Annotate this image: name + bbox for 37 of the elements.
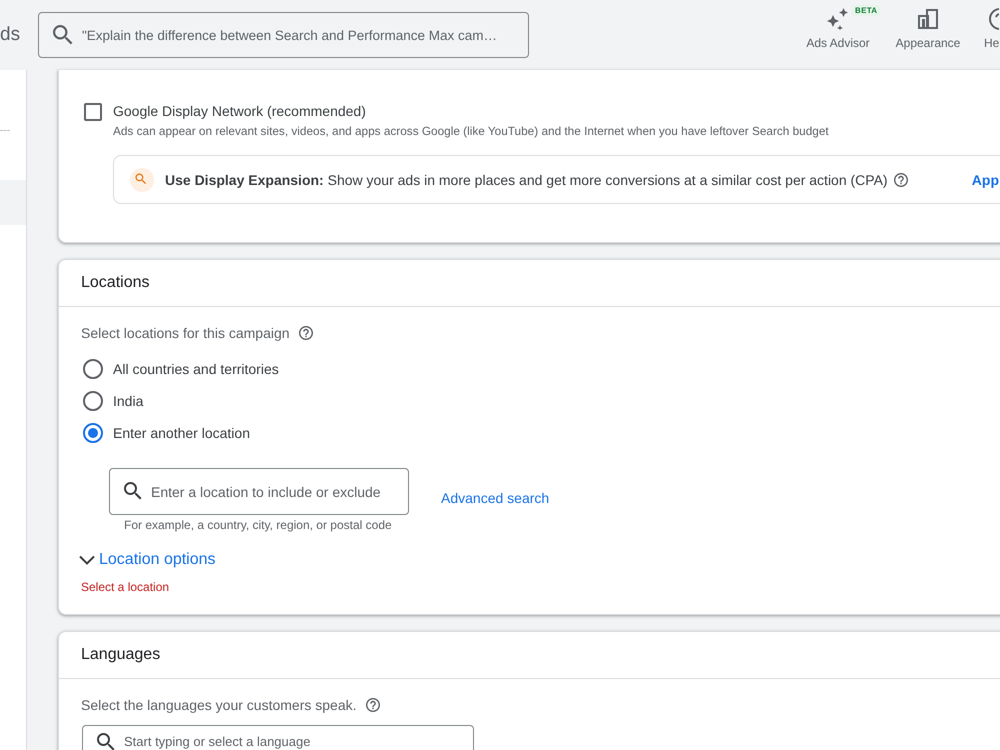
help-icon[interactable] [366,698,380,712]
radio-label: Enter another location [113,424,250,442]
help-icon[interactable] [894,172,908,186]
radio-label: India [113,392,144,410]
radio-label: All countries and territories [113,360,279,378]
help-button[interactable]: He [984,0,1000,70]
ads-advisor-button[interactable]: BETA Ads Advisor [793,0,883,70]
radio-button[interactable] [83,359,103,379]
appearance-button[interactable]: Appearance [883,0,973,70]
search-icon [53,25,73,45]
blocks-icon [918,9,938,29]
search-icon [124,482,142,500]
help-icon[interactable] [298,326,313,340]
language-search-field[interactable]: Start typing or select a language [82,725,474,750]
option-description: Ads can appear on relevant sites, videos, and apps across Google (like YouTube) and the Internet when you have leftover Search budget [113,123,829,139]
helper-text: For example, a country, city, region, or postal code [123,518,393,532]
search-icon [130,168,154,192]
prompt-text: Select locations for this campaign [81,324,290,342]
location-search-field[interactable]: Enter a location to include or exclude [109,468,409,515]
radio-button[interactable] [83,391,103,411]
checkbox[interactable] [84,103,102,121]
location-options-button[interactable]: Location options [79,549,216,571]
search-field[interactable]: "Explain the difference between Search and Performance Max cam… [38,12,529,58]
beta-badge: BETA [852,5,880,16]
section-title: Languages [81,645,160,665]
error-text: Select a location [81,579,170,595]
search-icon [97,733,115,750]
action-link[interactable]: App [972,172,999,188]
radio-button[interactable] [83,423,103,443]
advanced-search-link[interactable]: Advanced search [441,489,550,507]
section-title: Locations [81,273,150,293]
prompt-text: Select the languages your customers speak. [81,696,356,714]
logo-text: ds [0,23,22,47]
suggestion-text: Use Display Expansion: Show your ads in more places and get more conversions at a similar cost per action (CPA) [165,170,888,188]
help-icon [988,8,999,30]
checkbox-label: Google Display Network (recommended) [113,102,366,120]
sparkle-icon [827,8,849,30]
